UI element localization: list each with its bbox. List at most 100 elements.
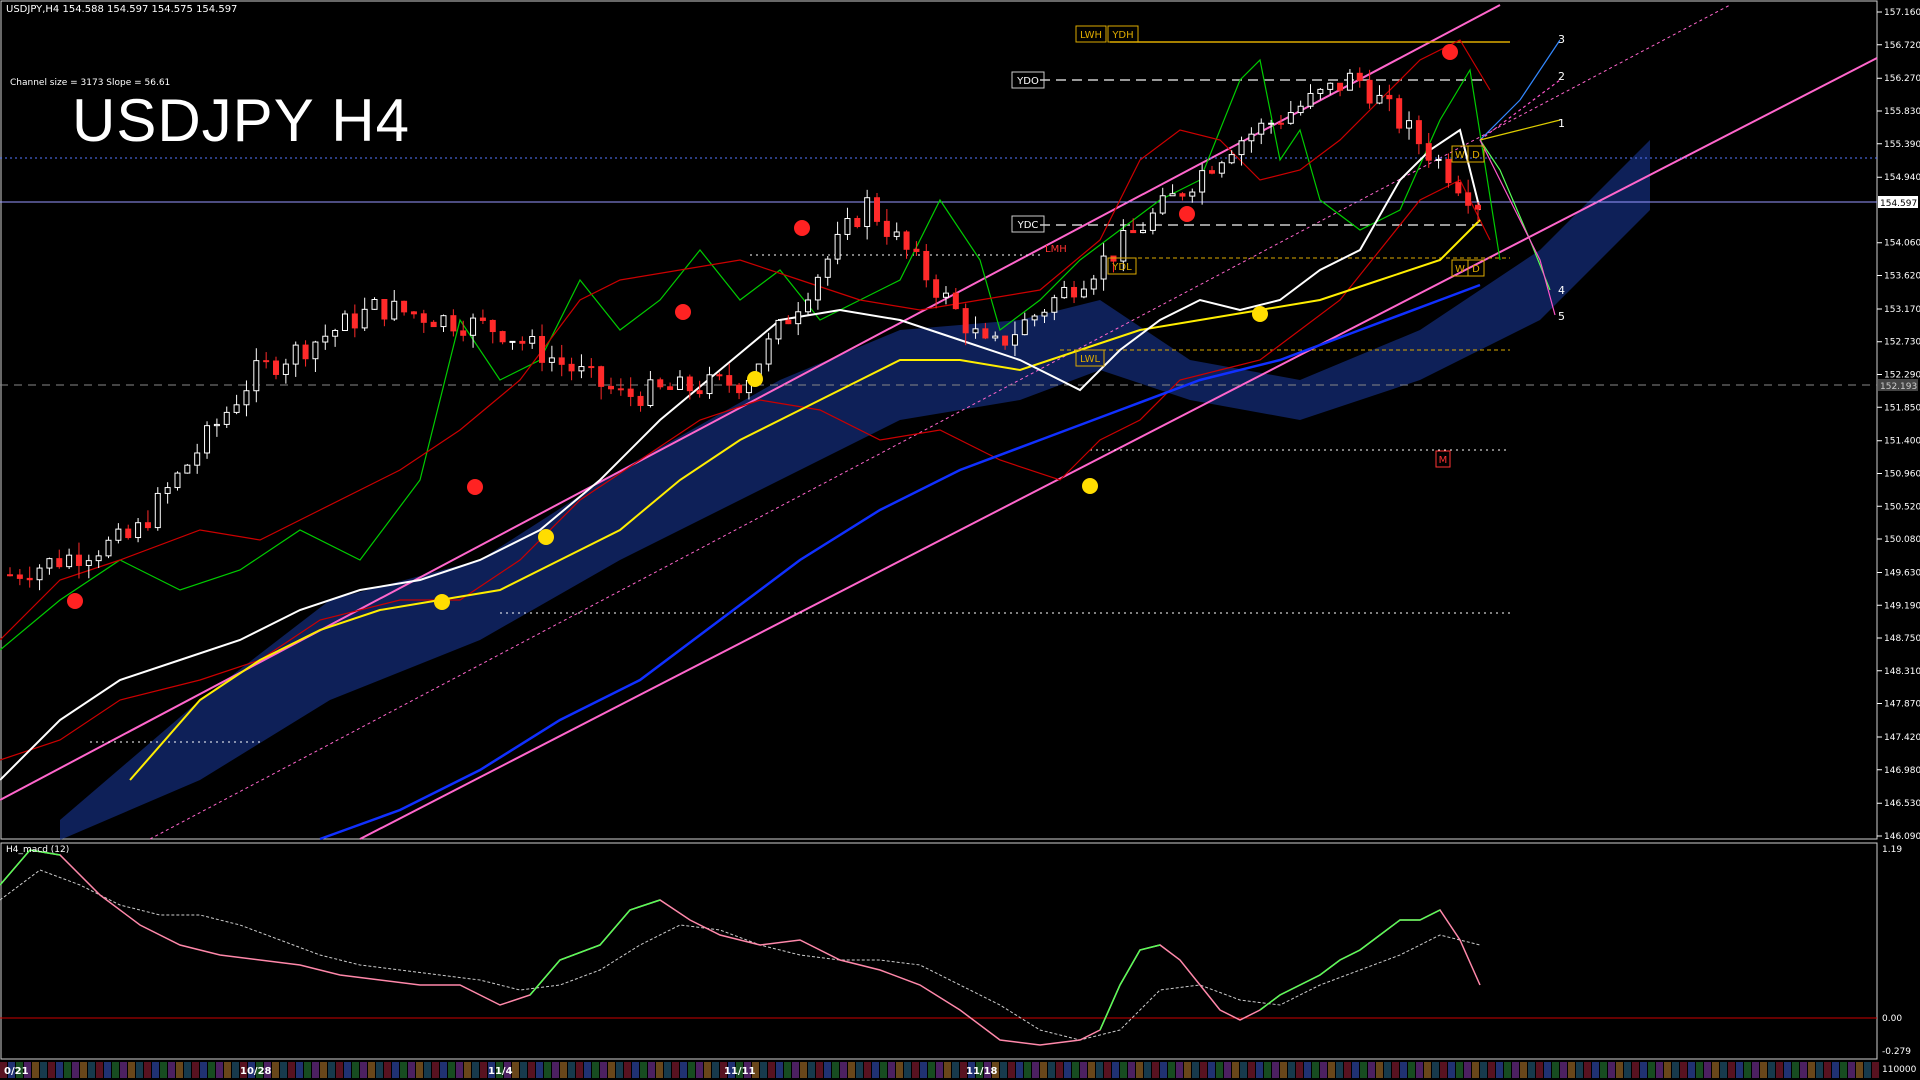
current-price-label: 154.597 [1880,199,1917,209]
time-strip-cell [480,1062,487,1078]
candle-body [736,384,743,394]
time-label: 11/4 [488,1066,513,1077]
price-axis[interactable]: 157.160 156.720 156.270 155.830 155.390 154.9… [1877,8,1920,842]
candle-body [164,487,171,494]
candle-body [194,452,201,466]
candle-body [75,554,82,566]
time-strip-cell [1376,1062,1383,1078]
candle-body [992,335,999,339]
time-strip-cell [856,1062,863,1078]
time-strip-cell [640,1062,647,1078]
macd-green-segments [0,849,61,886]
price-tick-label: 147.870 [1884,700,1920,710]
fractal-down-marker [467,479,483,495]
time-strip-cell [768,1062,775,1078]
wave-label-1: 1 [1558,117,1565,130]
fractal-down-marker [675,304,691,320]
candle-body [1435,158,1442,161]
time-strip-cell [1608,1062,1615,1078]
candle-body [371,299,378,310]
time-strip-cell [1032,1062,1039,1078]
time-strip-cell [184,1062,191,1078]
macd-axis-top: 1.19 [1882,845,1902,855]
time-strip-cell [1640,1062,1647,1078]
candle-body [56,558,63,568]
candle-body [647,379,654,406]
d2-label: D [1472,264,1480,275]
candle-body [273,360,280,375]
time-strip-cell [1056,1062,1063,1078]
time-strip-cell [1224,1062,1231,1078]
lmh-label: LMH [1045,244,1067,255]
candle-body [154,492,161,529]
time-strip-cell [208,1062,215,1078]
time-strip-cell [1696,1062,1703,1078]
candle-body [627,388,634,397]
time-strip-cell [1448,1062,1455,1078]
time-strip-cell [464,1062,471,1078]
time-strip-cell [904,1062,911,1078]
candle-body [1110,255,1117,262]
time-strip-cell [104,1062,111,1078]
time-strip-cell [872,1062,879,1078]
candle-body [1337,82,1344,91]
macd-main-line [0,849,1481,1046]
time-strip-cell [232,1062,239,1078]
price-chart[interactable]: LWH YDH YDO YDC LMH LWL YDL W D W D M 3 … [0,0,1920,1080]
candle-body [558,357,565,365]
fractal-up-marker [747,371,763,387]
time-strip-cell [1616,1062,1623,1078]
time-strip-cell [416,1062,423,1078]
candle-body [1425,143,1432,161]
time-strip-cell [760,1062,767,1078]
fractal-down-marker [794,220,810,236]
time-strip-cell [1632,1062,1639,1078]
time-strip-cell [1664,1062,1671,1078]
candle-body [174,472,181,489]
time-strip-cell [1104,1062,1111,1078]
price-tick-label: 157.160 [1884,8,1920,18]
candle-body [548,357,555,363]
price-tick-label: 154.060 [1884,239,1920,249]
candle-body [351,313,358,329]
time-strip-cell [1088,1062,1095,1078]
time-strip-cell [1840,1062,1847,1078]
time-strip-cell [1168,1062,1175,1078]
candle-body [1149,212,1156,231]
candle-body [834,233,841,260]
time-strip-cell [1872,1062,1879,1078]
time-strip-cell [1800,1062,1807,1078]
candle-body [824,258,831,278]
time-strip-cell [1768,1062,1775,1078]
time-strip-cell [800,1062,807,1078]
time-strip-cell [1120,1062,1127,1078]
candle-body [312,341,319,360]
macd-pane-title: H4_macd (12) [6,845,70,855]
time-strip-cell [600,1062,607,1078]
time-strip-cell [1536,1062,1543,1078]
price-tick-label: 156.720 [1884,41,1920,51]
w2-label: W [1455,264,1465,275]
time-strip-cell [376,1062,383,1078]
time-label: 11/11 [724,1066,756,1077]
time-strip-cell [1272,1062,1279,1078]
lwh-label: LWH [1080,30,1102,41]
channel-lower [359,57,1878,840]
candle-body [470,317,477,336]
fractal-up-marker [1252,306,1268,322]
candle-body [765,338,772,365]
candle-body [716,374,723,377]
candle-body [1396,98,1403,129]
time-strip-cell [1456,1062,1463,1078]
time-strip-cell [1152,1062,1159,1078]
time-strip-cell [1848,1062,1855,1078]
time-strip-cell [216,1062,223,1078]
time-strip-cell [1480,1062,1487,1078]
candle-body [805,299,812,313]
time-strip-cell [512,1062,519,1078]
candle-body [568,363,575,372]
time-strip-cell [1176,1062,1183,1078]
candle-body [1287,112,1294,124]
candle-body [1002,335,1009,346]
time-strip-cell [592,1062,599,1078]
